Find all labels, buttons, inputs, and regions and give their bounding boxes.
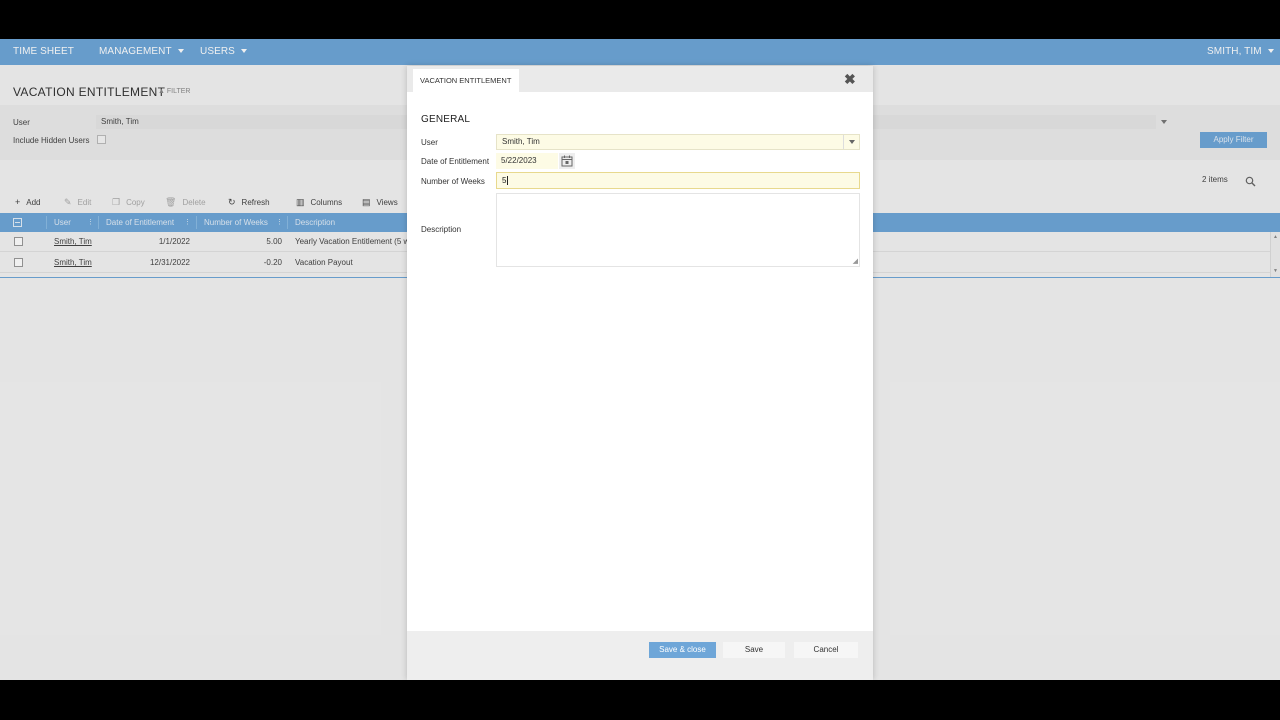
dialog-tab[interactable]: VACATION ENTITLEMENT — [413, 69, 519, 92]
save-button[interactable]: Save — [723, 642, 785, 658]
number-of-weeks-input[interactable]: 5 — [496, 172, 860, 189]
dialog-user-select[interactable]: Smith, Tim — [496, 134, 860, 150]
text-cursor — [507, 176, 509, 186]
dialog-weeks-label: Number of Weeks — [421, 177, 485, 186]
chevron-down-icon[interactable] — [843, 135, 859, 149]
dialog-user-label: User — [421, 138, 438, 147]
dialog-description-label: Description — [421, 225, 462, 234]
app-window: TIME SHEET MANAGEMENT USERS SMITH, TIM V… — [0, 39, 1280, 680]
calendar-icon[interactable] — [559, 153, 575, 169]
dialog-header: VACATION ENTITLEMENT ✖ — [407, 66, 873, 92]
dialog-footer: Save & close Save Cancel — [407, 631, 873, 680]
close-icon[interactable]: ✖ — [844, 71, 856, 88]
resize-grip-icon[interactable]: ◢ — [853, 257, 858, 265]
vacation-entitlement-dialog: VACATION ENTITLEMENT ✖ GENERAL User Smit… — [407, 66, 873, 680]
dialog-date-label: Date of Entitlement — [421, 157, 490, 166]
cancel-button[interactable]: Cancel — [794, 642, 858, 658]
description-textarea[interactable]: ◢ — [496, 193, 860, 267]
weeks-input-value: 5 — [502, 176, 507, 185]
section-title-general: GENERAL — [421, 114, 471, 125]
dialog-user-value: Smith, Tim — [502, 137, 540, 146]
save-and-close-button[interactable]: Save & close — [649, 642, 716, 658]
date-of-entitlement-input[interactable]: 5/22/2023 — [496, 153, 558, 169]
